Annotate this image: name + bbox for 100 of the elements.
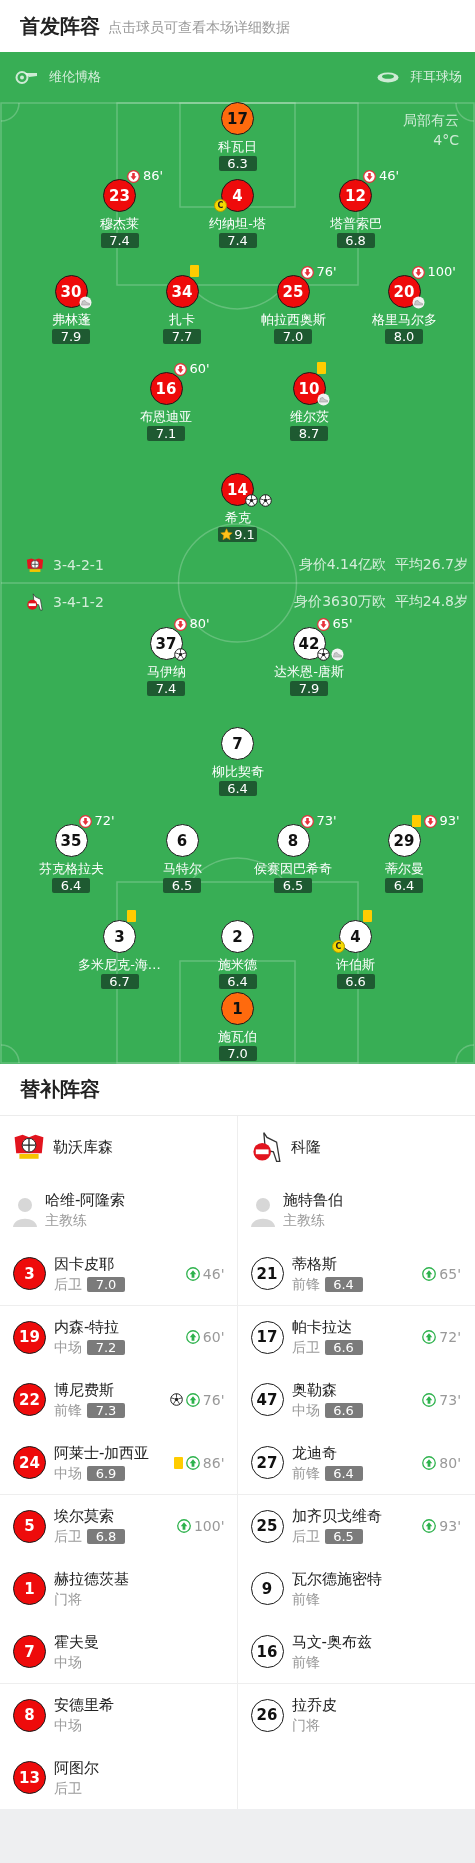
substitution-minute: 76' [316, 265, 337, 279]
sub-in-icon [176, 1519, 191, 1533]
player-position: 后卫 [291, 1528, 320, 1545]
player-position: 中场 [54, 1653, 82, 1671]
player-number[interactable]: 3 [103, 920, 136, 953]
player-number[interactable]: 1 [13, 1572, 46, 1605]
player-number[interactable]: 12 [339, 179, 372, 212]
player-number[interactable]: 26 [250, 1698, 284, 1732]
sub-out-icon [411, 265, 425, 279]
sub-out-icon [173, 362, 187, 376]
rating-badge: 7.9 [290, 681, 328, 696]
player-name: 马特尔 [162, 860, 202, 877]
substitution-minute: 86' [143, 169, 164, 183]
section-title: 替补阵容 [20, 1076, 100, 1103]
substitution-minute: 100' [427, 265, 456, 279]
player-number[interactable]: 25 [276, 275, 310, 308]
rating-badge: 8.0 [385, 329, 423, 344]
rating-badge: 6.4 [324, 1465, 363, 1481]
rating-badge: 6.5 [324, 1529, 363, 1544]
player-number[interactable]: 29 [387, 824, 421, 857]
player-position: 前锋 [291, 1653, 320, 1671]
player-number[interactable]: 30 [54, 275, 88, 308]
player-name: 内森-特拉 [54, 1318, 121, 1336]
sub-in-icon [422, 1266, 437, 1281]
player-number[interactable]: 6 [165, 824, 199, 857]
substitution-minute: 60' [202, 1329, 225, 1345]
player-name: 阿图尔 [54, 1758, 99, 1777]
coach-role: 主教练 [45, 1212, 88, 1229]
player-number[interactable]: 7 [13, 1635, 46, 1668]
captain-badge: C [214, 199, 227, 212]
player-number[interactable]: 27 [250, 1446, 284, 1479]
sub-out-icon [300, 265, 314, 279]
rating-badge: 7.1 [147, 426, 185, 441]
player-position: 中场 [54, 1464, 82, 1482]
player-number[interactable]: 3 [13, 1257, 46, 1290]
rating-badge: 6.6 [324, 1340, 363, 1355]
rating-badge: 7.4 [147, 681, 185, 696]
player-name: 希克 [224, 509, 251, 526]
player-number[interactable]: 34 [165, 275, 199, 308]
star-icon [220, 528, 234, 541]
player-number[interactable]: 8 [276, 824, 310, 857]
player-number[interactable]: 22 [13, 1383, 46, 1416]
substitution-minute: 65' [332, 617, 353, 631]
player-name: 许伯斯 [336, 956, 375, 973]
player-name: 因卡皮耶 [54, 1254, 115, 1273]
substitution-minute: 86' [202, 1454, 225, 1471]
player-number[interactable]: 35 [54, 824, 88, 857]
substitution-minute: 46' [379, 169, 400, 183]
sub-in-icon [422, 1330, 437, 1344]
player-number[interactable]: 47 [250, 1383, 284, 1416]
player-position: 前锋 [291, 1590, 320, 1608]
rating-badge: 6.6 [336, 974, 375, 989]
player-number[interactable]: 17 [250, 1320, 284, 1354]
player-number[interactable]: 1 [221, 992, 254, 1025]
player-number[interactable]: 24 [13, 1446, 46, 1479]
player-number[interactable]: 21 [250, 1257, 284, 1290]
soccer-ball-icon [245, 494, 258, 507]
player-number[interactable]: 17 [221, 102, 254, 135]
section-title: 首发阵容 [20, 12, 100, 40]
player-number[interactable]: 2 [221, 920, 254, 953]
player-name: 博尼费斯 [54, 1380, 115, 1399]
player-number[interactable]: 25 [250, 1509, 284, 1543]
player-number[interactable]: 9 [250, 1572, 284, 1605]
soccer-ball-icon [169, 1393, 183, 1406]
soccer-ball-icon [259, 494, 272, 507]
sub-out-icon [78, 814, 92, 828]
sub-out-icon [173, 617, 187, 631]
rating-badge: 6.9 [87, 1465, 125, 1481]
player-number[interactable]: 10 [292, 372, 326, 405]
boot-icon [316, 393, 330, 406]
formation: 3-4-1-2 [53, 594, 104, 610]
player-name: 马文-奥布兹 [291, 1632, 372, 1651]
player-number[interactable]: 16 [149, 372, 183, 405]
player-name: 格里马尔多 [371, 311, 437, 328]
player-name: 达米恩-唐斯 [274, 663, 344, 680]
player-number[interactable]: 7 [221, 727, 254, 760]
team-name: 科隆 [290, 1137, 321, 1157]
player-number[interactable]: 23 [103, 179, 136, 212]
player-number[interactable]: 19 [13, 1320, 46, 1354]
player-name: 维尔茨 [289, 408, 329, 425]
referee-name: 维伦博格 [49, 68, 101, 86]
player-position: 前锋 [291, 1275, 320, 1293]
rating-badge: 6.5 [274, 878, 312, 893]
player-number[interactable]: 13 [13, 1761, 46, 1794]
weather: 局部有云 [403, 111, 459, 129]
player-number[interactable]: 14 [221, 473, 254, 506]
club-crest-icon [250, 1131, 283, 1163]
substitution-minute: 76' [202, 1391, 225, 1408]
soccer-ball-icon [316, 648, 330, 661]
player-number[interactable]: 5 [13, 1509, 46, 1543]
club-crest-icon [26, 557, 44, 573]
player-name: 布恩迪亚 [140, 408, 192, 425]
player-name: 阿莱士-加西亚 [54, 1443, 150, 1462]
squad-value: 身价4.14亿欧 [298, 556, 386, 574]
sub-out-icon [316, 617, 330, 631]
player-number[interactable]: 16 [250, 1635, 284, 1668]
player-name: 帕拉西奥斯 [260, 311, 326, 328]
temperature: 4°C [433, 131, 459, 149]
player-position: 前锋 [291, 1464, 320, 1482]
player-number[interactable]: 8 [13, 1698, 46, 1732]
